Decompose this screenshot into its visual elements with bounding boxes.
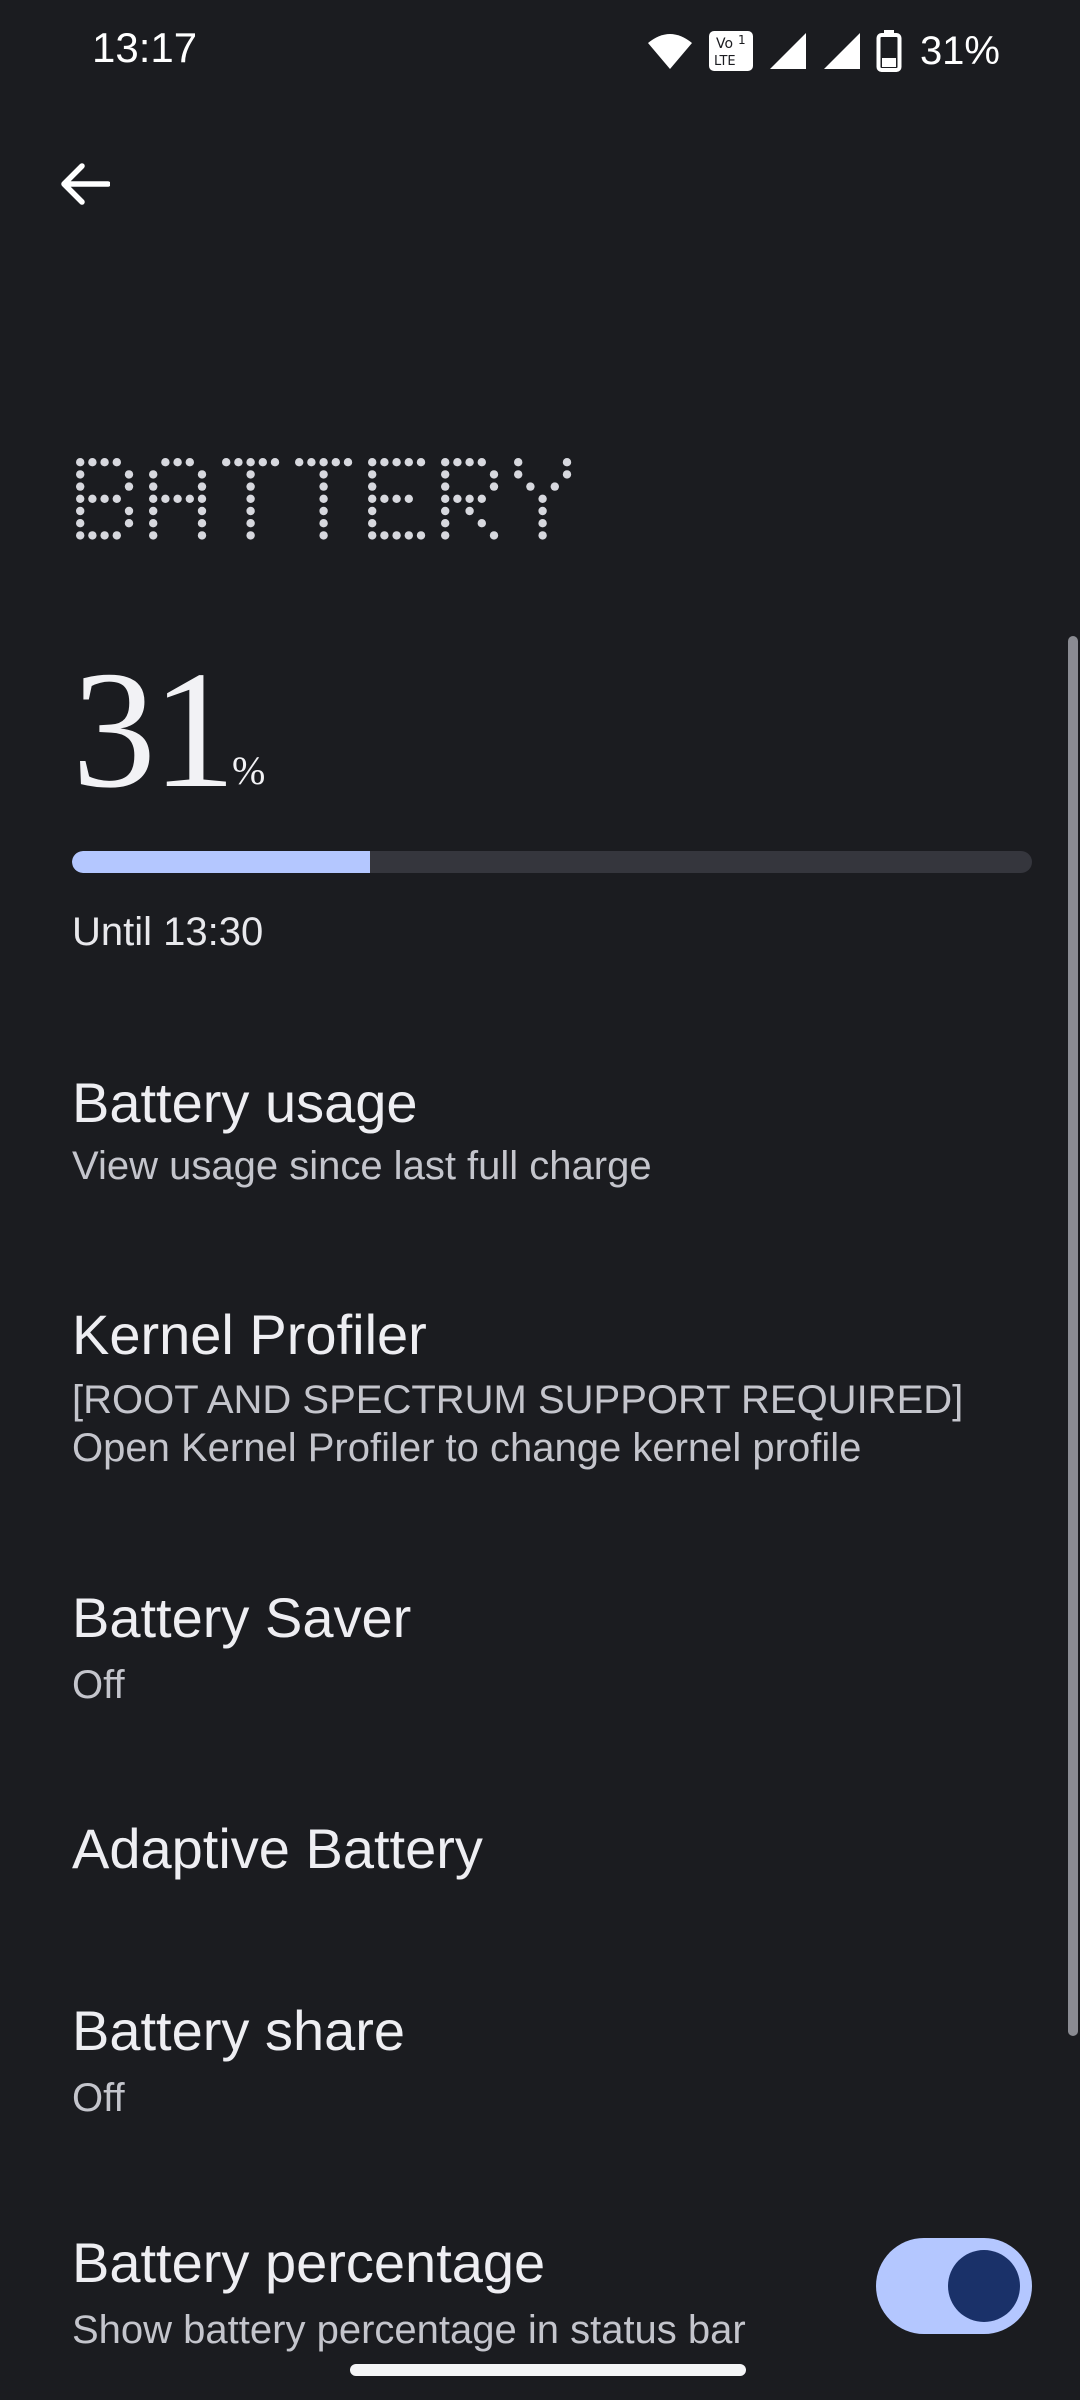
pref-battery-usage[interactable]: Battery usage View usage since last full… bbox=[0, 1050, 1080, 1220]
toggle-knob bbox=[948, 2250, 1020, 2322]
pref-summary-line1: [ROOT AND SPECTRUM SUPPORT REQUIRED] bbox=[72, 1378, 964, 1422]
volte-bottom-label: LTE bbox=[714, 54, 736, 69]
status-bar: 13:17 Vo 1 LTE 31% bbox=[0, 0, 1080, 100]
battery-level-bar bbox=[72, 851, 1032, 873]
battery-level-unit: % bbox=[232, 748, 266, 793]
volte-sim-label: 1 bbox=[738, 33, 746, 47]
pref-kernel-profiler[interactable]: Kernel Profiler [ROOT AND SPECTRUM SUPPO… bbox=[0, 1280, 1080, 1500]
pref-title: Kernel Profiler bbox=[72, 1303, 427, 1366]
arrow-left-icon bbox=[61, 163, 110, 205]
pref-adaptive-battery[interactable]: Adaptive Battery bbox=[0, 1800, 1080, 1940]
gesture-nav-bar[interactable] bbox=[350, 2364, 746, 2376]
scrollbar[interactable] bbox=[1068, 636, 1078, 2036]
battery-settings-screen: 13:17 Vo 1 LTE 31% 31 % Until 13:30 Batt… bbox=[0, 0, 1080, 2400]
status-time: 13:17 bbox=[92, 24, 198, 71]
wifi-icon bbox=[646, 31, 694, 71]
signal-icon bbox=[822, 31, 862, 71]
back-button[interactable] bbox=[46, 146, 122, 222]
battery-icon bbox=[876, 30, 902, 72]
signal-icon bbox=[768, 31, 808, 71]
pref-summary: Show battery percentage in status bar bbox=[72, 2308, 746, 2352]
pref-summary: Off bbox=[72, 2076, 125, 2120]
volte-top-label: Vo bbox=[716, 36, 733, 52]
battery-percentage-toggle[interactable] bbox=[876, 2238, 1032, 2334]
pref-summary-line2: Open Kernel Profiler to change kernel pr… bbox=[72, 1426, 862, 1470]
battery-estimate: Until 13:30 bbox=[72, 910, 264, 954]
pref-summary: Off bbox=[72, 1663, 125, 1707]
status-battery-percent: 31% bbox=[919, 28, 1000, 73]
pref-title: Battery share bbox=[72, 1999, 406, 2062]
pref-battery-share[interactable]: Battery share Off bbox=[0, 1978, 1080, 2148]
pref-battery-saver[interactable]: Battery Saver Off bbox=[0, 1565, 1080, 1735]
pref-summary: View usage since last full charge bbox=[72, 1144, 652, 1188]
battery-level-bar-fill bbox=[72, 851, 370, 873]
pref-title: Battery percentage bbox=[72, 2231, 546, 2294]
pref-title: Adaptive Battery bbox=[72, 1817, 483, 1880]
battery-level-value: 31 bbox=[72, 637, 236, 823]
status-icons: Vo 1 LTE 31% bbox=[646, 28, 1000, 74]
page-title bbox=[72, 452, 592, 542]
battery-level: 31 % bbox=[72, 646, 265, 814]
pref-title: Battery usage bbox=[72, 1071, 418, 1134]
pref-title: Battery Saver bbox=[72, 1586, 412, 1649]
volte-icon: Vo 1 LTE bbox=[708, 30, 754, 72]
page-title-dotmatrix bbox=[76, 458, 572, 540]
